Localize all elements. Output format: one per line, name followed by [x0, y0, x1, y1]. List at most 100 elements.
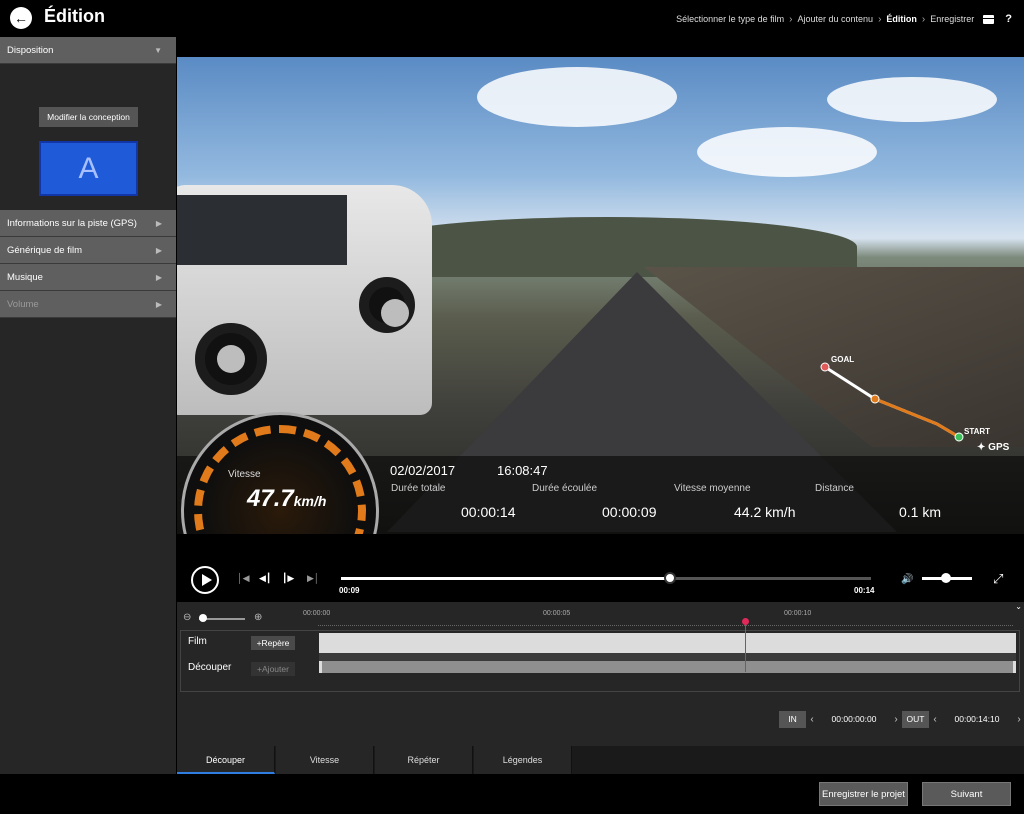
speed-unit: km/h [293, 493, 327, 509]
track-label-film: Film [188, 636, 207, 647]
position-marker [870, 394, 880, 404]
chevron-right-icon: ▶ [155, 300, 162, 309]
breadcrumb-step-type[interactable]: Sélectionner le type de film [676, 14, 784, 24]
back-arrow-icon[interactable]: ← [10, 7, 32, 29]
volume-icon[interactable]: 🔊 [901, 574, 913, 585]
header: ← Édition Sélectionner le type de film ›… [0, 0, 1024, 37]
sidebar-item-music[interactable]: Musique ▶ [0, 264, 176, 291]
fullscreen-icon[interactable]: ⤢ [993, 571, 1003, 587]
sidebar-item-label: Générique de film [7, 245, 82, 256]
gps-goal-label: GOAL [831, 355, 855, 364]
stat-value: 00:00:09 [602, 504, 657, 520]
gps-label: GPS [988, 442, 1010, 453]
track-divider [319, 653, 1016, 661]
gps-start-label: START [964, 427, 991, 436]
sidebar-item-label: Informations sur la piste (GPS) [7, 218, 137, 229]
disposition-panel: Modifier la conception A [0, 64, 176, 210]
stat-label: Distance [815, 483, 854, 494]
speed-value: 47.7km/h [247, 485, 326, 513]
in-button[interactable]: IN [779, 710, 806, 728]
out-button[interactable]: OUT [902, 710, 929, 728]
goal-marker [820, 362, 830, 372]
overlay-date: 02/02/2017 [390, 463, 456, 478]
chevron-right-icon: › [789, 13, 793, 25]
end-time: 00:14 [854, 586, 875, 595]
chevron-right-icon: ▶ [155, 246, 162, 255]
volume-slider-handle[interactable] [941, 573, 951, 583]
tab-captions[interactable]: Légendes [474, 746, 572, 774]
next-button[interactable]: Suivant [922, 782, 1011, 806]
step-back-icon[interactable]: ◀┃ [259, 573, 271, 584]
route-remaining [874, 397, 960, 439]
video-preview[interactable]: GOAL START ✦ GPS Vitesse 47.7km/h 02/02/… [177, 57, 1024, 534]
sidebar-item-label: Volume [7, 299, 39, 310]
chevron-right-icon: › [921, 13, 926, 25]
timeline-ruler[interactable] [318, 625, 1013, 629]
add-marker-button[interactable]: +Repère [251, 636, 295, 650]
sidebar: Disposition ▼ Modifier la conception A I… [0, 37, 176, 774]
add-cut-label: Ajouter [262, 664, 289, 674]
stat-label: Durée écoulée [532, 483, 598, 494]
sidebar-item-volume: Volume ▶ [0, 291, 176, 318]
stat-label: Durée totale [391, 483, 446, 494]
sidebar-item-label: Musique [7, 272, 43, 283]
add-cut-button[interactable]: +Ajouter [251, 662, 295, 676]
chevron-left-icon[interactable]: ‹ [806, 714, 818, 725]
modify-design-button[interactable]: Modifier la conception [39, 107, 138, 127]
collapse-icon[interactable]: ⌄ [1015, 602, 1022, 611]
sidebar-item-credits[interactable]: Générique de film ▶ [0, 237, 176, 264]
add-marker-label: Repère [261, 638, 290, 648]
sidebar-item-label: Disposition [7, 45, 54, 56]
in-time-field[interactable]: 00:00:00:00 [818, 714, 890, 724]
play-icon[interactable] [191, 566, 219, 594]
footer: Enregistrer le projet Suivant [0, 774, 1024, 814]
breadcrumb: Sélectionner le type de film › Ajouter d… [676, 13, 1012, 25]
toolbox-icon[interactable] [983, 14, 995, 24]
speed-number: 47.7 [247, 485, 294, 512]
page-title: Édition [44, 6, 105, 26]
in-out-controls: IN ‹ 00:00:00:00 › OUT ‹ 00:00:14:10 › 🗑 [779, 709, 1024, 729]
track-area: Film +Repère Découper +Ajouter [180, 630, 1020, 692]
out-time-field[interactable]: 00:00:14:10 [941, 714, 1013, 724]
step-forward-icon[interactable]: ┃▶ [282, 573, 294, 584]
speed-label: Vitesse [228, 469, 261, 480]
speedometer-ring [194, 425, 366, 534]
help-icon[interactable]: ? [1005, 13, 1012, 25]
breadcrumb-step-edit[interactable]: Édition [886, 14, 917, 24]
chevron-down-icon: ▼ [154, 46, 162, 55]
tab-repeat[interactable]: Répéter [375, 746, 473, 774]
playhead[interactable] [745, 618, 746, 672]
chevron-right-icon: › [878, 13, 882, 25]
chevron-right-icon[interactable]: › [1013, 714, 1024, 725]
seek-bar[interactable] [341, 572, 871, 584]
ruler-label: 00:00:05 [543, 610, 571, 617]
skip-end-icon[interactable]: ▶│ [307, 573, 320, 584]
breadcrumb-step-save[interactable]: Enregistrer [930, 14, 974, 24]
seek-bar-handle[interactable] [664, 572, 677, 584]
skip-start-icon[interactable]: │◀ [237, 573, 250, 584]
zoom-slider-handle[interactable] [199, 614, 207, 622]
ruler-label: 00:00:10 [784, 610, 812, 617]
chevron-right-icon[interactable]: › [890, 714, 902, 725]
satellite-icon: ✦ GPS [977, 442, 1010, 453]
start-marker [954, 432, 964, 442]
tab-cut[interactable]: Découper [177, 746, 275, 774]
seek-bar-fill [341, 577, 671, 580]
stat-value: 44.2 km/h [734, 504, 796, 520]
sidebar-item-gps[interactable]: Informations sur la piste (GPS) ▶ [0, 210, 176, 237]
zoom-in-icon[interactable]: ⊕ [254, 612, 262, 623]
save-project-button[interactable]: Enregistrer le projet [819, 782, 908, 806]
layout-thumbnail[interactable]: A [39, 141, 138, 196]
stat-label: Vitesse moyenne [674, 483, 751, 494]
player-controls: │◀ ◀┃ ┃▶ ▶│ 00:09 00:14 🔊 ⤢ [177, 534, 1024, 602]
chevron-left-icon[interactable]: ‹ [929, 714, 941, 725]
chevron-right-icon: ▶ [155, 219, 162, 228]
film-clip[interactable] [319, 633, 1016, 653]
track-label-cut: Découper [188, 662, 232, 673]
sidebar-item-disposition[interactable]: Disposition ▼ [0, 37, 176, 64]
tab-speed[interactable]: Vitesse [276, 746, 374, 774]
cut-clip[interactable] [319, 661, 1016, 673]
breadcrumb-step-content[interactable]: Ajouter du contenu [798, 14, 874, 24]
zoom-out-icon[interactable]: ⊖ [183, 612, 191, 623]
chevron-right-icon: ▶ [155, 273, 162, 282]
